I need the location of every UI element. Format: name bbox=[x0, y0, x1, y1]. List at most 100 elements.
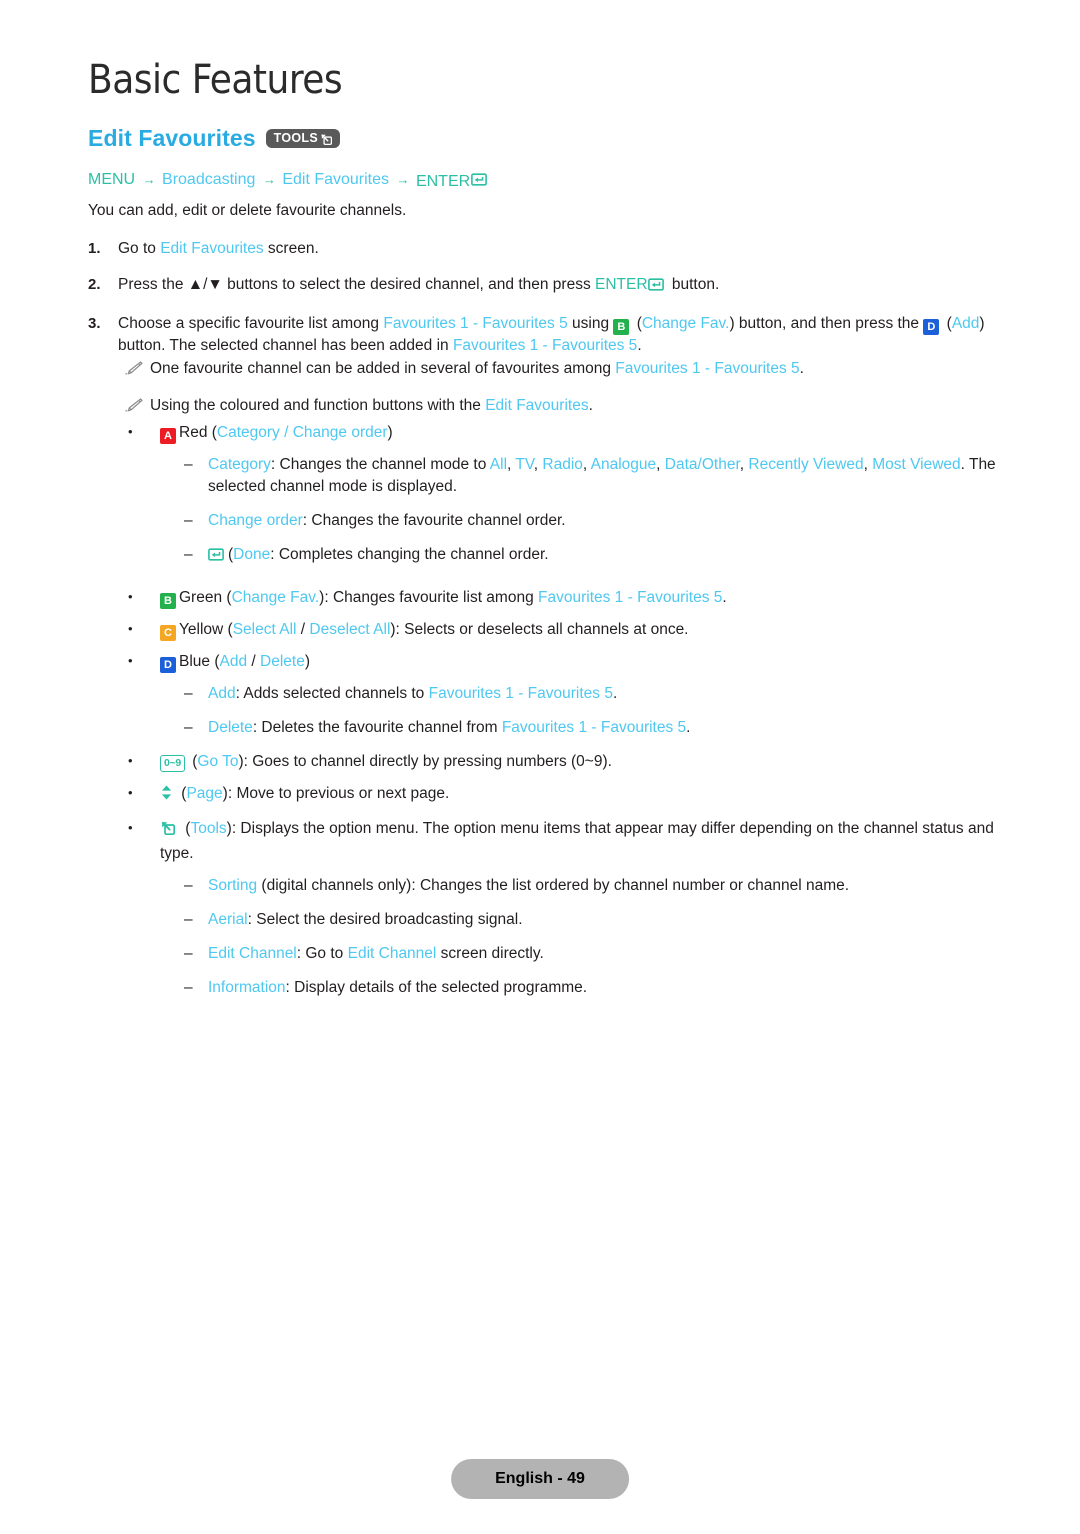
step-3-text-b: using bbox=[567, 315, 614, 332]
mode-radio[interactable]: Radio bbox=[542, 456, 583, 473]
yellow-deselect-all[interactable]: Deselect All bbox=[309, 621, 390, 638]
sub-change-order-term[interactable]: Change order bbox=[208, 512, 303, 529]
step-3-range-1[interactable]: Favourites 1 - Favourites 5 bbox=[383, 315, 567, 332]
button-badge-d-icon[interactable]: D bbox=[923, 319, 940, 335]
sub-dash: – bbox=[184, 877, 193, 894]
numeric-keys-icon[interactable]: 0~9 bbox=[160, 755, 185, 772]
bullet-blue-button: • D Blue (Add / Delete) bbox=[124, 651, 1024, 673]
step-3-number: 3. bbox=[88, 315, 101, 332]
note-2-text-a: Using the coloured and function buttons … bbox=[150, 397, 486, 414]
button-badge-b-icon[interactable]: B bbox=[160, 593, 176, 609]
step-1-link[interactable]: Edit Favourites bbox=[160, 240, 263, 257]
sub-dash: – bbox=[184, 512, 193, 529]
section-heading-row: Edit Favourites TOOLS bbox=[88, 125, 340, 152]
tools-badge-label: TOOLS bbox=[273, 131, 318, 146]
breadcrumb-broadcasting[interactable]: Broadcasting bbox=[162, 171, 255, 188]
bullet-dot: • bbox=[128, 753, 133, 768]
sub-aerial-term[interactable]: Aerial bbox=[208, 911, 248, 928]
bullet-goto-body: 0~9 (Go To): Goes to channel directly by… bbox=[160, 751, 1024, 773]
sub-aerial-body: Aerial: Select the desired broadcasting … bbox=[208, 909, 1024, 931]
step-3-change-fav[interactable]: Change Fav. bbox=[642, 315, 730, 332]
page-close: ): Move to previous or next page. bbox=[222, 785, 450, 802]
sub-dash: – bbox=[184, 719, 193, 736]
bullet-page-body: (Page): Move to previous or next page. bbox=[160, 783, 1024, 808]
mode-all[interactable]: All bbox=[490, 456, 507, 473]
bullet-dot: • bbox=[128, 621, 133, 636]
sub-edit-channel-term[interactable]: Edit Channel bbox=[208, 945, 297, 962]
sub-add-range[interactable]: Favourites 1 - Favourites 5 bbox=[429, 685, 613, 702]
button-badge-d-icon[interactable]: D bbox=[160, 657, 176, 673]
sub-delete-text: : Deletes the favourite channel from bbox=[252, 719, 502, 736]
step-3-text-e: . bbox=[637, 337, 642, 354]
sub-delete-range[interactable]: Favourites 1 - Favourites 5 bbox=[502, 719, 686, 736]
step-2-number: 2. bbox=[88, 276, 101, 293]
sub-add-text: : Adds selected channels to bbox=[235, 685, 429, 702]
sub-dash: – bbox=[184, 979, 193, 996]
sub-edit-channel: – Edit Channel: Go to Edit Channel scree… bbox=[184, 943, 1024, 965]
blue-label: Blue bbox=[179, 653, 211, 670]
button-badge-a-icon[interactable]: A bbox=[160, 428, 176, 444]
sub-information-text: : Display details of the selected progra… bbox=[285, 979, 588, 996]
step-2: 2. Press the ▲/▼ buttons to select the d… bbox=[88, 274, 1008, 299]
red-option-category[interactable]: Category bbox=[217, 424, 280, 441]
mode-most-viewed[interactable]: Most Viewed bbox=[872, 456, 960, 473]
note-2-body: Using the coloured and function buttons … bbox=[150, 395, 1024, 417]
sub-change-order: – Change order: Changes the favourite ch… bbox=[184, 510, 1024, 532]
yellow-select-all[interactable]: Select All bbox=[233, 621, 297, 638]
breadcrumb-arrow-icon: → bbox=[142, 172, 156, 187]
sub-category-term[interactable]: Category bbox=[208, 456, 271, 473]
breadcrumb-menu[interactable]: MENU bbox=[88, 171, 135, 188]
up-down-chevron-icon[interactable] bbox=[160, 784, 173, 808]
step-3-range-2[interactable]: Favourites 1 - Favourites 5 bbox=[453, 337, 637, 354]
green-open: ( bbox=[222, 589, 232, 606]
button-badge-b-icon[interactable]: B bbox=[613, 319, 630, 335]
sub-add: – Add: Adds selected channels to Favouri… bbox=[184, 683, 1024, 705]
button-badge-c-icon[interactable]: C bbox=[160, 625, 176, 641]
sub-delete: – Delete: Deletes the favourite channel … bbox=[184, 717, 1024, 739]
enter-label: ENTER bbox=[415, 173, 471, 190]
tools-arrow-icon[interactable] bbox=[160, 820, 176, 843]
sub-dash: – bbox=[184, 546, 193, 563]
red-option-change-order[interactable]: Change order bbox=[293, 424, 388, 441]
enter-return-icon bbox=[471, 172, 488, 192]
bullet-yellow-body: C Yellow (Select All / Deselect All): Sel… bbox=[160, 619, 1024, 641]
yellow-label: Yellow bbox=[179, 621, 224, 638]
sub-done-term[interactable]: Done bbox=[233, 546, 270, 563]
tools-term[interactable]: Tools bbox=[190, 820, 226, 837]
sub-delete-term[interactable]: Delete bbox=[208, 719, 253, 736]
note-1-text-b: . bbox=[799, 360, 804, 377]
step-1-text-a: Go to bbox=[118, 240, 161, 257]
step-2-text-a: Press the ▲/▼ buttons to select the desi… bbox=[118, 276, 596, 293]
goto-term[interactable]: Go To bbox=[197, 753, 238, 770]
sub-aerial-text: : Select the desired broadcasting signal… bbox=[247, 911, 523, 928]
bullet-dot: • bbox=[128, 589, 133, 604]
note-1-highlight[interactable]: Favourites 1 - Favourites 5 bbox=[615, 360, 799, 377]
note-2-highlight[interactable]: Edit Favourites bbox=[485, 397, 588, 414]
mode-analogue[interactable]: Analogue bbox=[591, 456, 657, 473]
sub-delete-body: Delete: Deletes the favourite channel fr… bbox=[208, 717, 1024, 739]
breadcrumb-edit-favourites[interactable]: Edit Favourites bbox=[282, 171, 389, 188]
blue-sep: / bbox=[247, 653, 261, 670]
bullet-tools-body: (Tools): Displays the option menu. The o… bbox=[160, 818, 1024, 865]
blue-add[interactable]: Add bbox=[220, 653, 248, 670]
green-range[interactable]: Favourites 1 - Favourites 5 bbox=[538, 589, 722, 606]
bullet-red-body: A Red (Category / Change order) bbox=[160, 422, 1024, 444]
blue-delete[interactable]: Delete bbox=[260, 653, 305, 670]
step-1-number: 1. bbox=[88, 240, 101, 257]
step-3-add[interactable]: Add bbox=[952, 315, 980, 332]
bullet-red-button: • A Red (Category / Change order) bbox=[124, 422, 1024, 444]
sub-add-term[interactable]: Add bbox=[208, 685, 236, 702]
step-2-body: Press the ▲/▼ buttons to select the desi… bbox=[118, 274, 1008, 299]
sub-sorting-term[interactable]: Sorting bbox=[208, 877, 257, 894]
green-option[interactable]: Change Fav. bbox=[232, 589, 320, 606]
breadcrumb-enter[interactable]: ENTER bbox=[416, 172, 491, 192]
sub-edit-channel-term2[interactable]: Edit Channel bbox=[348, 945, 437, 962]
mode-recently-viewed[interactable]: Recently Viewed bbox=[748, 456, 863, 473]
mode-tv[interactable]: TV bbox=[515, 456, 533, 473]
sub-information-term[interactable]: Information bbox=[208, 979, 286, 996]
enter-return-icon[interactable] bbox=[208, 547, 224, 569]
mode-data-other[interactable]: Data/Other bbox=[665, 456, 740, 473]
goto-close: ): Goes to channel directly by pressing … bbox=[238, 753, 612, 770]
page-term[interactable]: Page bbox=[186, 785, 222, 802]
sub-done: – (Done: Completes changing the channel … bbox=[184, 544, 1024, 569]
